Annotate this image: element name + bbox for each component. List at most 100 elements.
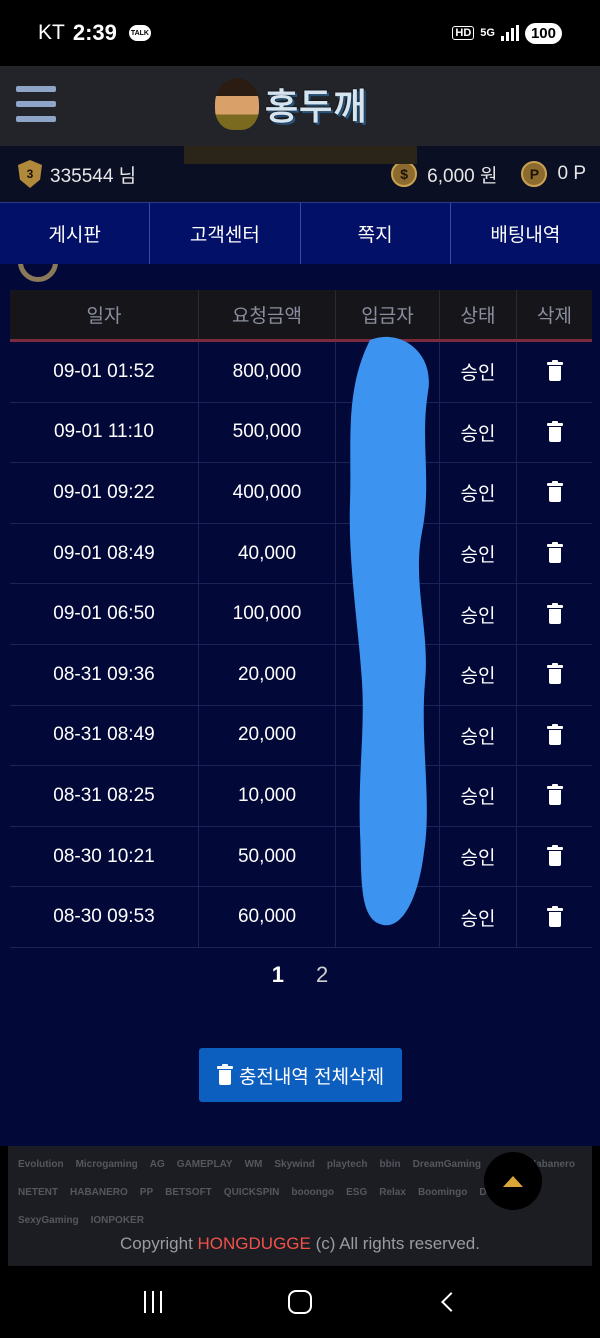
cell-status: 승인 [440,584,517,644]
username: 335544 님 [50,165,137,187]
table-row: 08-31 08:49 20,000 승인 [10,705,592,767]
delete-row-button[interactable] [517,827,592,887]
site-header: 홍두깨 [0,66,600,146]
kakaotalk-icon: TALK [128,25,151,41]
provider-logo: HABANERO [70,1186,128,1198]
android-nav-bar [0,1266,600,1338]
main-nav: 게시판 고객센터 쪽지 배팅내역 [0,202,600,264]
col-date: 일자 [10,290,199,339]
cell-date: 08-31 09:36 [10,644,199,705]
col-amount: 요청금액 [199,290,336,339]
trash-icon [216,1063,233,1085]
status-bar: KT 2:39 TALK HD 5G 100 [0,0,600,66]
home-button[interactable] [280,1282,320,1322]
provider-logo: booongo [291,1186,335,1198]
delete-row-button[interactable] [517,403,592,463]
logo-mascot-icon [215,78,259,130]
cell-amount: 20,000 [199,705,336,766]
point-coin-icon: P [521,161,548,187]
provider-logo: SexyGaming [18,1214,79,1226]
delete-row-button[interactable] [517,524,592,584]
provider-logo: Boomingo [417,1186,468,1198]
copyright-prefix: Copyright [120,1234,198,1253]
point-balance: 0 P [557,163,586,184]
cell-date: 09-01 06:50 [10,584,199,644]
cell-status: 승인 [440,463,517,523]
delete-row-button[interactable] [517,887,592,947]
table-row: 09-01 11:10 500,000 승인 [10,402,592,464]
page-1[interactable]: 1 [272,962,284,988]
provider-logo: AG [149,1158,165,1170]
page-2[interactable]: 2 [316,962,328,988]
delete-all-label: 충전내역 전체삭제 [238,1066,385,1088]
cell-amount: 400,000 [199,463,336,523]
nav-messages[interactable]: 쪽지 [301,203,451,264]
col-status: 상태 [440,290,517,339]
trash-icon [546,360,563,382]
provider-logo: ESG [346,1186,368,1198]
provider-logo: Relax [379,1186,406,1198]
deposit-history-table: 일자 요청금액 입금자 상태 삭제 09-01 01:52 800,000 승인 09… [10,290,592,948]
copyright: Copyright HONGDUGGE (c) All rights reser… [8,1234,592,1254]
cell-amount: 50,000 [199,826,336,887]
provider-logo: IONPOKER [90,1214,144,1226]
money-coin-icon: $ [391,161,418,187]
provider-logo: PP [139,1186,154,1198]
provider-logo: playtech [326,1158,368,1170]
provider-logo: WM [244,1158,263,1170]
logo-text: 홍두깨 [265,86,368,127]
signal-icon [500,25,519,41]
table-row: 08-31 09:36 20,000 승인 [10,644,592,706]
table-row: 08-30 10:21 50,000 승인 [10,826,592,888]
cell-amount: 40,000 [199,523,336,584]
cell-status: 승인 [440,644,517,705]
trash-icon [546,481,563,503]
nav-betting-history[interactable]: 배팅내역 [451,203,600,264]
cell-date: 09-01 08:49 [10,523,199,584]
table-row: 08-31 08:25 10,000 승인 [10,766,592,827]
trash-icon [546,845,563,867]
trash-icon [546,905,563,927]
cell-status: 승인 [440,402,517,463]
hd-voice-icon: HD [452,26,475,40]
cell-status: 승인 [440,523,517,584]
table-row: 09-01 09:22 400,000 승인 [10,463,592,524]
table-header: 일자 요청금액 입금자 상태 삭제 [10,290,592,342]
delete-row-button[interactable] [517,706,592,766]
site-logo[interactable]: 홍두깨 [215,78,367,130]
menu-icon[interactable] [16,86,56,122]
scroll-to-top-button[interactable] [484,1152,542,1210]
delete-row-button[interactable] [517,342,592,402]
nav-customer-center[interactable]: 고객센터 [150,203,301,264]
delete-all-history-button[interactable]: 충전내역 전체삭제 [199,1048,402,1102]
delete-row-button[interactable] [517,645,592,705]
nav-board[interactable]: 게시판 [0,203,151,264]
trash-icon [546,784,563,806]
trash-icon [546,420,563,442]
provider-logo: GAMEPLAY [176,1158,233,1170]
delete-row-button[interactable] [517,766,592,826]
recent-apps-button[interactable] [133,1282,173,1322]
redaction-scribble [349,336,429,926]
table-row: 08-30 09:53 60,000 승인 [10,887,592,948]
carrier-label: KT [38,21,65,44]
provider-logo: Microgaming [75,1158,138,1170]
table-body: 09-01 01:52 800,000 승인 09-01 11:10 500,000 승인… [10,342,592,948]
cell-status: 승인 [440,342,517,402]
cell-amount: 100,000 [199,584,336,644]
section-title-icon [18,264,58,282]
table-row: 09-01 08:49 40,000 승인 [10,523,592,585]
money-balance: 6,000 원 [427,165,498,187]
copyright-brand: HONGDUGGE [197,1234,311,1253]
network-5g-icon: 5G [480,27,495,39]
cell-amount: 60,000 [199,887,336,947]
trash-icon [546,602,563,624]
back-button[interactable] [427,1282,467,1322]
copyright-suffix: (c) All rights reserved. [310,1234,480,1253]
cell-date: 08-30 10:21 [10,826,199,887]
provider-logo: DreamGaming [412,1158,481,1170]
delete-row-button[interactable] [517,463,592,523]
cell-status: 승인 [440,766,517,826]
provider-logo: NETENT [18,1186,58,1198]
delete-row-button[interactable] [517,584,592,644]
